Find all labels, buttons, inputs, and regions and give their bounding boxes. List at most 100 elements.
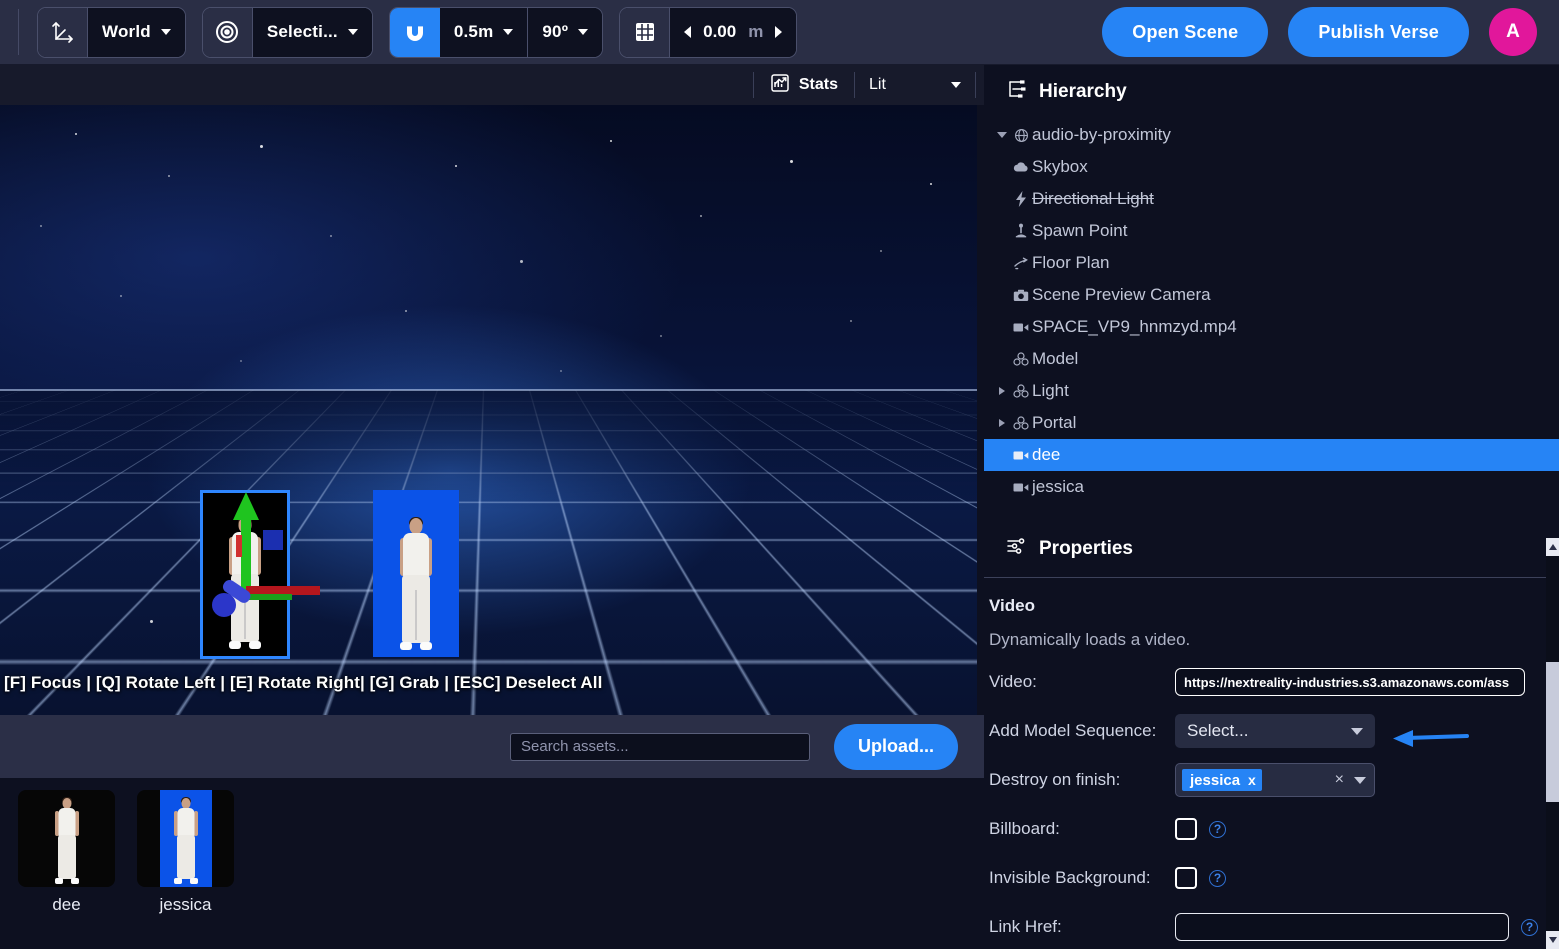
grid-height-stepper[interactable]: 0.00 m	[670, 7, 797, 57]
video-icon	[1010, 482, 1032, 493]
billboard-checkbox[interactable]	[1175, 818, 1197, 840]
help-icon[interactable]: ?	[1209, 820, 1226, 838]
hierarchy-item-model[interactable]: Model	[984, 343, 1559, 375]
grid-height-unit: m	[748, 22, 764, 41]
stepper-decrement-icon[interactable]	[684, 26, 692, 38]
asset-label: jessica	[159, 895, 212, 914]
property-row-link-href: Link Href: ?	[989, 910, 1538, 944]
hierarchy-item-spawn-point[interactable]: Spawn Point	[984, 215, 1559, 247]
hierarchy-item-directional-light[interactable]: Directional Light	[984, 183, 1559, 215]
stats-label: Stats	[798, 76, 838, 93]
hierarchy-item-label: SPACE_VP9_hnmzyd.mp4	[1032, 317, 1237, 336]
snap-translate-label: 0.5m	[453, 22, 494, 41]
hierarchy-item-label: jessica	[1032, 477, 1084, 496]
hierarchy-item-jessica[interactable]: jessica	[984, 471, 1559, 503]
billboard-label: Billboard:	[989, 818, 1060, 838]
stats-button[interactable]: Stats	[754, 65, 854, 105]
video-icon	[1010, 322, 1032, 333]
hierarchy-item-label: dee	[1032, 445, 1061, 464]
hierarchy-item-label: Skybox	[1032, 157, 1088, 176]
hierarchy-item-label: Light	[1032, 381, 1069, 400]
destroy-on-finish-multiselect[interactable]: jessica x ×	[1175, 763, 1375, 797]
globe-icon	[1010, 128, 1032, 143]
property-row-billboard: Billboard: ?	[989, 812, 1519, 846]
avatar[interactable]: A	[1489, 8, 1537, 56]
chevron-down-icon	[347, 29, 358, 35]
scrollbar-thumb[interactable]	[1546, 662, 1559, 802]
snap-translate-select[interactable]: 0.5m	[439, 7, 529, 57]
chip-label: jessica	[1190, 771, 1241, 789]
hierarchy-item-space-vp9-video[interactable]: SPACE_VP9_hnmzyd.mp4	[984, 311, 1559, 343]
axes-icon	[38, 7, 88, 57]
search-assets-input[interactable]	[510, 732, 810, 761]
hierarchy-icon	[1006, 79, 1026, 105]
open-scene-button[interactable]: Open Scene	[1102, 7, 1269, 57]
property-row-invisible-background: Invisible Background: ?	[989, 861, 1519, 895]
hierarchy-title: Hierarchy	[1039, 81, 1127, 102]
properties-body: Video Dynamically loads a video. Video: …	[984, 578, 1559, 949]
destroy-on-finish-label: Destroy on finish:	[989, 769, 1121, 789]
help-icon[interactable]: ?	[1209, 869, 1226, 887]
scrollbar-down-arrow[interactable]	[1546, 931, 1559, 949]
video-icon	[1010, 450, 1032, 461]
chevron-down-icon	[503, 29, 514, 35]
chevron-right-icon[interactable]	[994, 419, 1010, 427]
chevron-down-icon[interactable]	[1354, 776, 1366, 784]
model-icon	[1010, 352, 1032, 366]
hierarchy-item-audio-by-proximity[interactable]: audio-by-proximity	[984, 119, 1559, 151]
avatar-thumb-figure	[54, 797, 80, 884]
hierarchy-tree: audio-by-proximity Skybox Directional Li…	[984, 119, 1559, 507]
asset-item[interactable]: dee	[18, 790, 115, 949]
stats-icon	[770, 73, 790, 98]
hierarchy-item-skybox[interactable]: Skybox	[984, 151, 1559, 183]
add-model-sequence-label: Add Model Sequence:	[989, 720, 1157, 740]
hierarchy-item-portal[interactable]: Portal	[984, 407, 1559, 439]
floor-icon	[1010, 256, 1032, 270]
spawn-icon	[1010, 223, 1032, 239]
video-label: Video:	[989, 671, 1037, 691]
grid-icon[interactable]	[620, 7, 671, 57]
selected-chip[interactable]: jessica x	[1182, 769, 1262, 791]
scene-object-jessica[interactable]	[373, 490, 459, 657]
hierarchy-item-scene-preview-camera[interactable]: Scene Preview Camera	[984, 279, 1559, 311]
sliders-icon	[1006, 537, 1026, 561]
stepper-increment-icon[interactable]	[775, 26, 783, 38]
chip-remove-icon[interactable]: x	[1248, 772, 1256, 788]
chevron-down-icon[interactable]	[994, 132, 1010, 138]
pivot-mode-select[interactable]: Selecti...	[252, 7, 372, 57]
asset-grid: dee jessica	[0, 778, 984, 949]
clear-all-icon[interactable]: ×	[1335, 771, 1344, 789]
asset-thumbnail	[18, 790, 115, 887]
magnet-icon[interactable]	[389, 7, 440, 57]
hierarchy-item-floor-plan[interactable]: Floor Plan	[984, 247, 1559, 279]
upload-button[interactable]: Upload...	[834, 723, 958, 770]
viewport-toolbar: Stats Lit	[0, 65, 984, 105]
shading-mode-select[interactable]: Lit	[855, 65, 975, 105]
video-url-input[interactable]	[1175, 668, 1525, 696]
snap-rotate-select[interactable]: 90º	[528, 7, 603, 57]
hierarchy-item-dee[interactable]: dee	[984, 439, 1559, 471]
viewport: Stats Lit [F] Focus | [Q] Rotate Left | …	[0, 65, 984, 715]
property-row-video: Video:	[989, 665, 1525, 699]
hierarchy-item-light[interactable]: Light	[984, 375, 1559, 407]
scene-object-dee[interactable]	[200, 490, 290, 659]
chevron-right-icon[interactable]	[994, 387, 1010, 395]
coordinate-space-select[interactable]: World	[88, 7, 185, 57]
scene-canvas[interactable]	[0, 105, 977, 715]
properties-section-description: Dynamically loads a video.	[989, 630, 1191, 649]
invisible-background-checkbox[interactable]	[1175, 867, 1197, 889]
asset-item[interactable]: jessica	[137, 790, 234, 949]
link-href-input[interactable]	[1175, 913, 1509, 941]
hierarchy-item-label: Spawn Point	[1032, 221, 1128, 240]
asset-browser-toolbar: Upload...	[0, 715, 984, 778]
chevron-down-icon	[578, 29, 589, 35]
hierarchy-item-label: audio-by-proximity	[1032, 125, 1171, 144]
avatar-thumb-figure	[173, 797, 199, 884]
chevron-down-icon	[951, 82, 961, 88]
properties-scrollbar[interactable]	[1546, 538, 1559, 949]
help-icon[interactable]: ?	[1521, 918, 1538, 936]
scrollbar-up-arrow[interactable]	[1546, 538, 1559, 556]
publish-verse-button[interactable]: Publish Verse	[1288, 7, 1469, 57]
add-model-sequence-select[interactable]: Select...	[1175, 714, 1375, 748]
asset-label: dee	[52, 895, 81, 914]
